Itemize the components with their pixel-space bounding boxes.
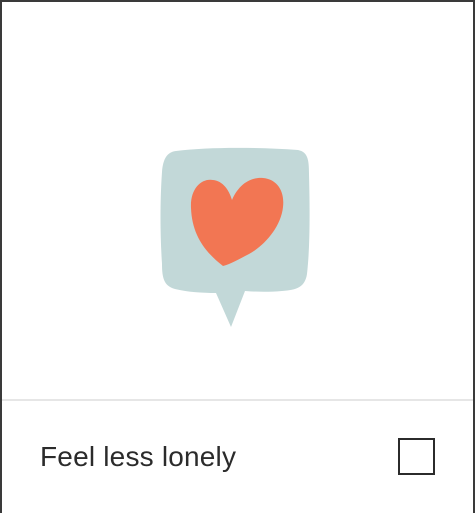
option-label: Feel less lonely — [40, 441, 237, 472]
heart-speech-bubble-icon — [160, 147, 310, 327]
goal-option-card[interactable]: Feel less lonely — [0, 0, 475, 513]
illustration — [2, 2, 473, 399]
option-checkbox[interactable] — [398, 438, 435, 475]
option-row[interactable]: Feel less lonely — [2, 401, 473, 515]
